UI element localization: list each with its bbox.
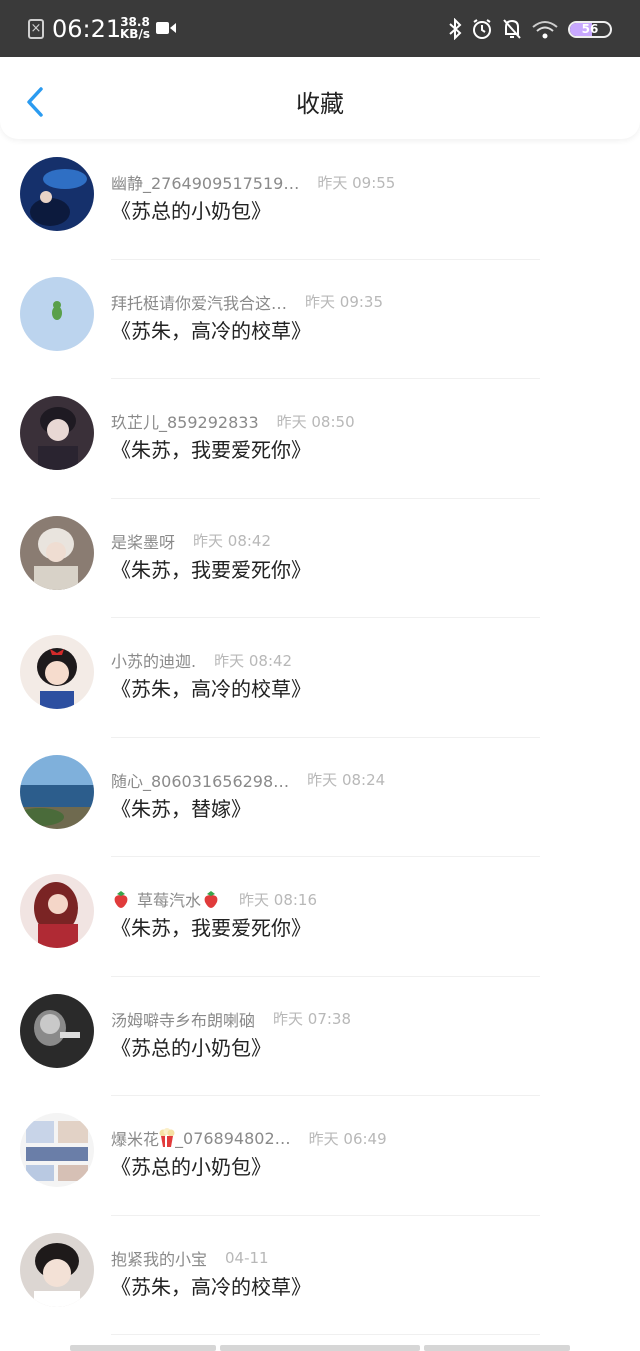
avatar[interactable] (20, 1232, 94, 1307)
network-speed-unit: KB/s (120, 27, 150, 41)
timestamp: 昨天 09:35 (305, 293, 384, 311)
username: 拜托梃请你爱汽我合这… (111, 293, 288, 313)
avatar[interactable] (20, 396, 94, 470)
avatar[interactable] (20, 874, 94, 948)
avatar[interactable] (20, 515, 94, 590)
username: 草莓汽水 (137, 891, 202, 910)
avatar-image (20, 276, 94, 351)
tab-placeholder (220, 1345, 420, 1351)
alarm-icon (473, 19, 491, 39)
list-item[interactable]: 玖芷儿_859292833 昨天 08:50 《朱苏，我要爱死你》 (0, 379, 640, 499)
avatar-image (20, 1113, 94, 1187)
avatar[interactable] (20, 754, 94, 829)
book-title[interactable]: 《朱苏，替嫁》 (111, 796, 251, 822)
avatar-image (20, 635, 94, 709)
battery-icon: 56 (568, 20, 612, 38)
timestamp: 昨天 08:42 (193, 532, 272, 550)
wifi-icon (532, 21, 558, 39)
header: 收藏 (0, 57, 640, 139)
list-item[interactable]: 拜托梃请你爱汽我合这… 昨天 09:35 《苏朱，高冷的校草》 (0, 260, 640, 379)
strawberry-icon (114, 891, 128, 908)
avatar[interactable] (20, 1113, 94, 1187)
book-title[interactable]: 《苏总的小奶包》 (111, 198, 271, 224)
network-speed: 38.8 KB/s (120, 16, 150, 40)
username: 抱紧我的小宝 (111, 1249, 208, 1269)
username: 幽静_2764909517519… (111, 174, 300, 193)
bottom-tab-bar (70, 1345, 570, 1351)
timestamp: 昨天 08:42 (214, 651, 293, 670)
avatar[interactable] (20, 276, 94, 351)
list-item[interactable]: 是桨墨呀 昨天 08:42 《朱苏，我要爱死你》 (0, 499, 640, 618)
video-icon (156, 22, 176, 34)
timestamp: 04-11 (225, 1248, 269, 1267)
username: 随心_806031656298… (111, 771, 290, 791)
avatar-image (20, 157, 94, 231)
avatar-image (20, 396, 94, 470)
list-item[interactable]: 小苏的迪迦. 昨天 08:42 《苏朱，高冷的校草》 (0, 618, 640, 738)
battery-level: 56 (581, 21, 599, 36)
book-title[interactable]: 《朱苏，我要爱死你》 (111, 437, 311, 463)
popcorn-icon (159, 1128, 175, 1147)
book-title[interactable]: 《苏总的小奶包》 (111, 1154, 271, 1180)
status-bar: × 06:21 38.8 KB/s 56 (0, 0, 640, 57)
avatar[interactable] (20, 635, 94, 709)
timestamp: 昨天 07:38 (273, 1010, 352, 1028)
tab-placeholder (70, 1345, 216, 1351)
list-item[interactable]: 汤姆噼寺乡布朗喇硇 昨天 07:38 《苏总的小奶包》 (0, 977, 640, 1096)
book-title[interactable]: 《苏朱，高冷的校草》 (111, 676, 311, 702)
username: _076894802… (175, 1128, 291, 1148)
book-title[interactable]: 《苏总的小奶包》 (111, 1035, 271, 1061)
username: 玖芷儿_859292833 (111, 413, 259, 432)
bluetooth-icon (449, 18, 462, 40)
mute-bell-icon (503, 19, 521, 39)
avatar-image (20, 754, 94, 829)
book-title[interactable]: 《朱苏，我要爱死你》 (111, 557, 311, 583)
book-title[interactable]: 《苏朱，高冷的校草》 (111, 318, 311, 344)
username: 是桨墨呀 (111, 532, 176, 552)
timestamp: 昨天 08:50 (276, 412, 355, 431)
timestamp: 昨天 09:55 (317, 173, 396, 192)
avatar-image (20, 515, 94, 590)
close-icon: × (28, 19, 44, 39)
favorites-list: 幽静_2764909517519… 昨天 09:55 《苏总的小奶包》 拜托梃请… (0, 140, 640, 1335)
list-item[interactable]: 草莓汽水 昨天 08:16 《朱苏，我要爱死你》 (0, 857, 640, 977)
page-title: 收藏 (296, 90, 344, 118)
username: 汤姆噼寺乡布朗喇硇 (111, 1010, 256, 1030)
avatar-image (20, 993, 94, 1068)
book-title[interactable]: 《朱苏，我要爱死你》 (111, 915, 311, 941)
list-item[interactable]: 幽静_2764909517519… 昨天 09:55 《苏总的小奶包》 (0, 140, 640, 260)
avatar-image (20, 1232, 94, 1307)
avatar-image (20, 874, 94, 948)
status-time: 06:21 (52, 15, 122, 43)
list-item[interactable]: 爆米花 _076894802… 昨天 06:49 《苏总的小奶包》 (0, 1096, 640, 1216)
strawberry-icon (204, 891, 218, 908)
timestamp: 昨天 08:16 (239, 890, 318, 909)
username: 小苏的迪迦. (111, 652, 197, 671)
avatar[interactable] (20, 993, 94, 1068)
username-prefix: 爆米花 (111, 1130, 160, 1149)
tab-placeholder (424, 1345, 570, 1351)
divider (111, 1334, 540, 1335)
list-item[interactable]: 抱紧我的小宝 04-11 《苏朱，高冷的校草》 (0, 1216, 640, 1335)
timestamp: 昨天 08:24 (307, 771, 386, 789)
avatar[interactable] (20, 157, 94, 231)
timestamp: 昨天 06:49 (308, 1129, 387, 1148)
book-title[interactable]: 《苏朱，高冷的校草》 (111, 1274, 311, 1300)
list-item[interactable]: 随心_806031656298… 昨天 08:24 《朱苏，替嫁》 (0, 738, 640, 857)
